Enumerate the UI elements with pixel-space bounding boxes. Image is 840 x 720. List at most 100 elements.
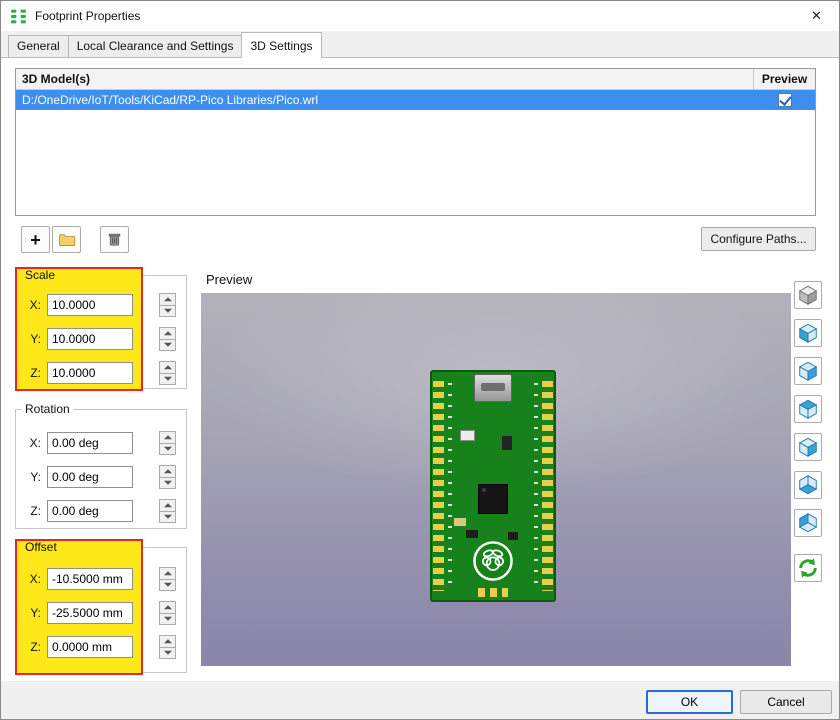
column-header-preview[interactable]: Preview — [754, 69, 815, 89]
rotation-group-title: Rotation — [22, 402, 73, 416]
spin-down-button[interactable] — [159, 477, 176, 489]
rotation-group: Rotation X: Y: Z: — [15, 401, 193, 531]
pcb-silkscreen-right — [534, 383, 538, 589]
cube-right-face-icon — [798, 361, 818, 381]
spin-down-button[interactable] — [159, 373, 176, 385]
spin-up-button[interactable] — [159, 601, 176, 614]
spin-up-button[interactable] — [159, 361, 176, 374]
model-path-cell[interactable]: D:/OneDrive/IoT/Tools/KiCad/RP-Pico Libr… — [16, 93, 754, 107]
rotation-y-input[interactable] — [47, 466, 133, 488]
offset-y-input[interactable] — [47, 602, 133, 624]
offset-z-spinner[interactable] — [159, 635, 176, 659]
scale-z-spinner[interactable] — [159, 361, 176, 385]
add-model-button[interactable]: + — [21, 226, 50, 253]
spin-down-button[interactable] — [159, 511, 176, 523]
cube-back-face-icon — [798, 437, 818, 457]
cancel-button[interactable]: Cancel — [740, 690, 832, 714]
offset-y-spinner[interactable] — [159, 601, 176, 625]
tab-3d-settings[interactable]: 3D Settings — [241, 32, 322, 58]
view-left-button[interactable] — [794, 319, 822, 347]
rotation-x-input[interactable] — [47, 432, 133, 454]
offset-z-input[interactable] — [47, 636, 133, 658]
model-row[interactable]: D:/OneDrive/IoT/Tools/KiCad/RP-Pico Libr… — [16, 90, 815, 110]
spin-up-button[interactable] — [159, 567, 176, 580]
spin-up-button[interactable] — [159, 499, 176, 512]
scale-y-input[interactable] — [47, 328, 133, 350]
footprint-app-icon — [11, 9, 26, 23]
preview-title: Preview — [206, 272, 253, 287]
cube-isometric-icon — [798, 285, 818, 305]
view-right-button[interactable] — [794, 357, 822, 385]
view-bottom-button[interactable] — [794, 471, 822, 499]
scale-x-label: X: — [29, 298, 41, 312]
configure-paths-button[interactable]: Configure Paths... — [701, 227, 816, 251]
preview-3d-viewport[interactable] — [201, 293, 791, 666]
scale-group-title: Scale — [25, 268, 56, 282]
component — [502, 436, 512, 450]
preview-checkbox[interactable] — [777, 93, 792, 107]
cube-front-face-icon — [798, 513, 818, 533]
offset-group: Offset X: Y: Z: — [15, 539, 193, 675]
spin-up-button[interactable] — [159, 327, 176, 340]
window-title: Footprint Properties — [35, 9, 141, 23]
spin-down-button[interactable] — [159, 339, 176, 351]
plus-icon: + — [30, 229, 41, 250]
spin-up-button[interactable] — [159, 465, 176, 478]
cube-bottom-face-icon — [798, 475, 818, 495]
scale-z-input[interactable] — [47, 362, 133, 384]
offset-y-label: Y: — [30, 606, 41, 620]
pcb-3d-model — [430, 370, 556, 602]
rotation-z-input[interactable] — [47, 500, 133, 522]
view-isometric-button[interactable] — [794, 281, 822, 309]
spin-up-button[interactable] — [159, 293, 176, 306]
view-top-button[interactable] — [794, 395, 822, 423]
component — [508, 532, 518, 540]
folder-icon — [58, 233, 75, 246]
refresh-icon — [799, 558, 817, 578]
scale-y-spinner[interactable] — [159, 327, 176, 351]
scale-group: Scale X: Y: Z: — [15, 267, 193, 391]
spin-down-button[interactable] — [159, 647, 176, 659]
offset-x-label: X: — [29, 572, 41, 586]
scale-z-label: Z: — [30, 366, 41, 380]
debug-pads — [478, 588, 508, 597]
spin-down-button[interactable] — [159, 443, 176, 455]
component — [466, 530, 478, 538]
spin-up-button[interactable] — [159, 431, 176, 444]
rotation-z-spinner[interactable] — [159, 499, 176, 523]
rotation-z-label: Z: — [30, 504, 41, 518]
spin-down-button[interactable] — [159, 613, 176, 625]
refresh-view-button[interactable] — [794, 554, 822, 582]
footprint-properties-dialog: Footprint Properties ✕ General Local Cle… — [0, 0, 840, 720]
bootsel-button — [460, 430, 475, 441]
component — [454, 518, 466, 526]
view-front-button[interactable] — [794, 509, 822, 537]
tab-general[interactable]: General — [8, 35, 69, 57]
cube-top-face-icon — [798, 399, 818, 419]
scale-x-input[interactable] — [47, 294, 133, 316]
scale-x-spinner[interactable] — [159, 293, 176, 317]
rotation-y-spinner[interactable] — [159, 465, 176, 489]
offset-x-spinner[interactable] — [159, 567, 176, 591]
cube-left-face-icon — [798, 323, 818, 343]
spin-down-button[interactable] — [159, 305, 176, 317]
model-table-header: 3D Model(s) Preview — [16, 69, 815, 90]
spin-up-button[interactable] — [159, 635, 176, 648]
delete-model-button[interactable] — [100, 226, 129, 253]
close-icon[interactable]: ✕ — [794, 1, 839, 31]
rotation-x-spinner[interactable] — [159, 431, 176, 455]
usb-connector — [474, 374, 512, 402]
offset-group-title: Offset — [25, 540, 57, 554]
rotation-x-label: X: — [29, 436, 41, 450]
model-table: 3D Model(s) Preview D:/OneDrive/IoT/Tool… — [15, 68, 816, 216]
trash-icon — [108, 233, 121, 246]
offset-x-input[interactable] — [47, 568, 133, 590]
ok-button[interactable]: OK — [646, 690, 733, 714]
column-header-3d-models[interactable]: 3D Model(s) — [16, 69, 754, 89]
rp2040-chip — [478, 484, 508, 514]
browse-model-folder-button[interactable] — [52, 226, 81, 253]
tab-local-clearance[interactable]: Local Clearance and Settings — [67, 35, 243, 57]
raspberry-pi-logo — [473, 541, 513, 581]
spin-down-button[interactable] — [159, 579, 176, 591]
view-back-button[interactable] — [794, 433, 822, 461]
